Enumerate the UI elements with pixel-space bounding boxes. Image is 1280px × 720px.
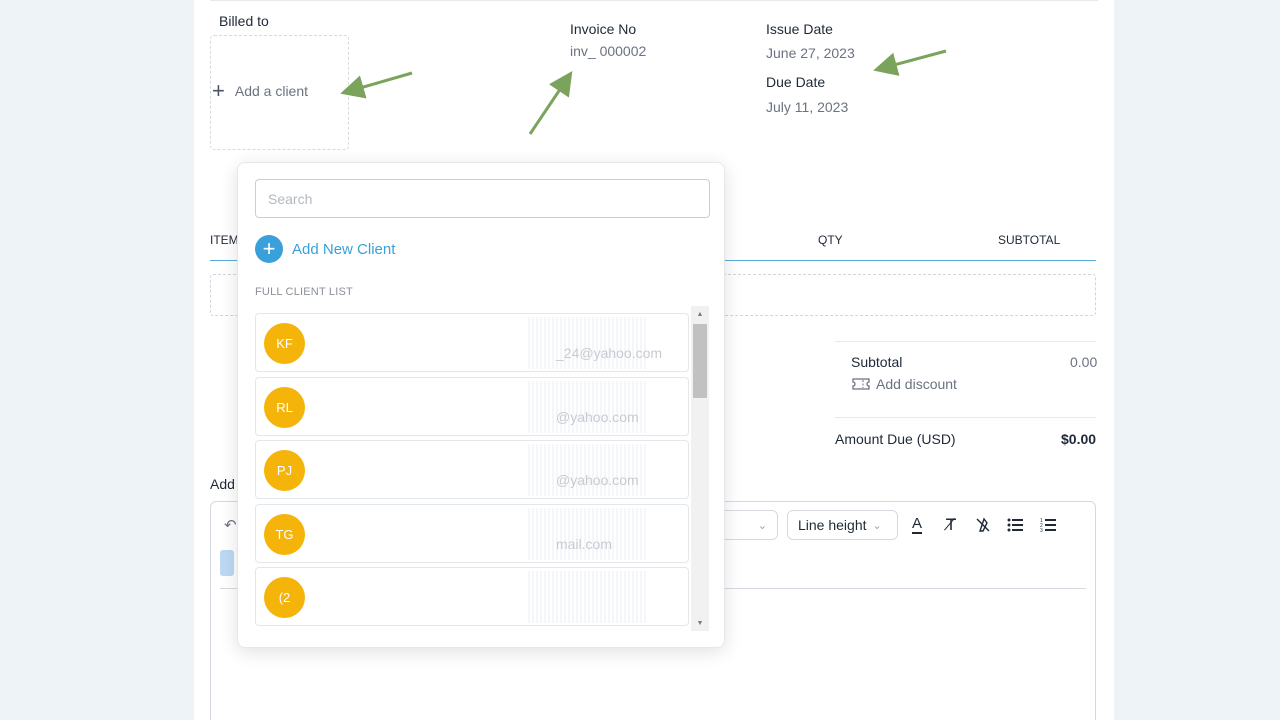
col-qty-header: QTY [818, 233, 843, 247]
client-email: @yahoo.com [556, 409, 639, 425]
ticket-icon [852, 378, 870, 390]
redacted-name [528, 508, 648, 560]
client-list-header: FULL CLIENT LIST [255, 286, 353, 298]
due-date-value[interactable]: July 11, 2023 [766, 99, 848, 115]
line-height-label: Line height [798, 517, 867, 533]
svg-text:3: 3 [1040, 528, 1043, 532]
avatar: KF [264, 323, 305, 364]
amount-due-label: Amount Due (USD) [835, 431, 956, 447]
summary-top-divider [835, 341, 1096, 342]
subtotal-label: Subtotal [851, 354, 903, 370]
avatar: TG [264, 514, 305, 555]
client-search-input[interactable] [255, 179, 710, 218]
amount-due-value: $0.00 [1061, 431, 1097, 447]
scroll-down-icon[interactable]: ▼ [691, 616, 709, 630]
client-item[interactable]: (2 [255, 567, 689, 626]
avatar: PJ [264, 450, 305, 491]
avatar: RL [264, 387, 305, 428]
subtotal-value: 0.00 [1070, 354, 1098, 370]
client-item[interactable]: PJ @yahoo.com [255, 440, 689, 499]
clear-style-icon[interactable] [972, 513, 994, 537]
top-divider [210, 0, 1098, 1]
client-list-scrollbar[interactable]: ▲ ▼ [691, 306, 709, 631]
client-list: KF _24@yahoo.com RL @yahoo.com PJ @yahoo… [255, 313, 691, 631]
plus-circle-icon: + [255, 235, 283, 263]
redacted-name [528, 381, 648, 433]
summary-bottom-divider [835, 417, 1096, 418]
client-dropdown: + Add New Client FULL CLIENT LIST KF _24… [237, 162, 725, 648]
client-item[interactable]: TG mail.com [255, 504, 689, 563]
redacted-name [528, 444, 648, 496]
col-item-header: ITEM [210, 233, 239, 247]
issue-date-label: Issue Date [766, 21, 833, 37]
bullet-list-icon[interactable] [1004, 513, 1026, 537]
client-email: @yahoo.com [556, 472, 639, 488]
align-left-icon[interactable] [220, 550, 234, 576]
clear-format-icon[interactable]: 𝖳̸ [940, 513, 962, 537]
plus-icon: + [212, 78, 225, 103]
numbered-list-icon[interactable]: 123 [1037, 513, 1059, 537]
add-new-client-button[interactable]: + Add New Client [255, 235, 395, 263]
redacted-name [528, 571, 648, 623]
add-discount-button[interactable]: Add discount [852, 376, 957, 392]
notes-label: Add [210, 476, 235, 492]
client-item[interactable]: KF _24@yahoo.com [255, 313, 689, 372]
client-email: mail.com [556, 536, 613, 552]
invoice-no-value[interactable]: inv_ 000002 [570, 43, 646, 59]
scrollbar-thumb[interactable] [693, 324, 707, 398]
add-client-button[interactable]: + Add a client [212, 80, 308, 102]
issue-date-value[interactable]: June 27, 2023 [766, 45, 855, 61]
undo-icon[interactable]: ↶ [224, 516, 237, 534]
chevron-down-icon: ⌄ [757, 519, 767, 532]
client-item[interactable]: RL @yahoo.com [255, 377, 689, 436]
redacted-name [528, 317, 648, 369]
billed-to-label: Billed to [219, 13, 269, 29]
line-height-select[interactable]: Line height ⌄ [787, 510, 898, 540]
add-client-label: Add a client [234, 83, 309, 99]
add-discount-label: Add discount [876, 376, 957, 392]
text-color-icon[interactable]: A [906, 513, 928, 537]
add-new-client-label: Add New Client [292, 240, 396, 258]
client-email: _24@yahoo.com [556, 345, 663, 361]
chevron-down-icon: ⌄ [872, 519, 882, 532]
scroll-up-icon[interactable]: ▲ [691, 307, 709, 321]
due-date-label: Due Date [766, 74, 826, 90]
avatar: (2 [264, 577, 305, 618]
invoice-no-label: Invoice No [570, 21, 637, 37]
col-subtotal-header: SUBTOTAL [998, 233, 1061, 247]
